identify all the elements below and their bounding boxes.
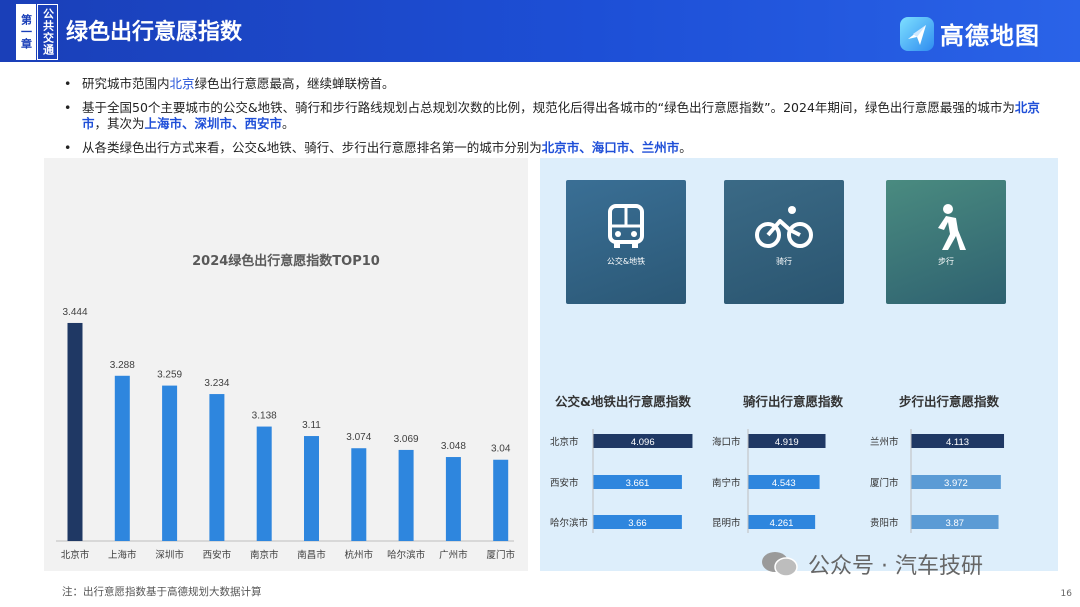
bar [493,459,509,541]
bar [209,394,225,541]
y-tick-label: 海口市 [712,436,741,448]
watermark-text: 公众号 · 汽车技研 [808,554,983,579]
x-tick-label: 深圳市 [155,549,184,561]
bullet-highlight: 上海市、深圳市、西安市 [144,116,283,131]
brand-name: 高德地图 [940,22,1040,50]
chapter-tag: 第一章 公共交通 [16,4,58,60]
summary-bullets: 研究城市范围内北京绿色出行意愿最高，继续蝉联榜首。 基于全国50个主要城市的公交… [62,76,1052,164]
y-tick-label: 南宁市 [712,477,741,489]
data-label: 3.444 [62,307,87,318]
y-tick-label: 北京市 [550,436,579,448]
x-tick-label: 西安市 [203,549,232,561]
data-label: 3.661 [626,478,650,489]
x-tick-label: 哈尔滨市 [387,549,426,561]
chapter-name: 公共交通 [37,4,58,60]
data-label: 3.138 [252,411,277,422]
y-tick-label: 贵阳市 [870,517,899,529]
y-tick-label: 昆明市 [712,517,741,529]
data-label: 3.069 [394,434,419,445]
bullet-highlight: 北京 [169,76,195,91]
data-label: 3.04 [491,444,511,455]
data-label: 4.113 [946,437,969,448]
data-label: 4.919 [775,437,799,448]
data-label: 4.096 [631,437,655,448]
x-tick-label: 北京市 [61,549,90,561]
data-label: 4.543 [772,478,796,489]
data-label: 4.261 [770,518,794,529]
x-tick-label: 厦门市 [486,549,515,561]
data-label: 3.11 [302,420,321,431]
watermark: 公众号 · 汽车技研 [760,548,983,580]
bullet-3: 从各类绿色出行方式来看，公交&地铁、骑行、步行出行意愿排名第一的城市分别为北京市… [62,140,1052,156]
y-tick-label: 兰州市 [870,436,899,448]
bar [398,449,414,541]
bullet-text: 。 [282,116,295,131]
bullet-1: 研究城市范围内北京绿色出行意愿最高，继续蝉联榜首。 [62,76,1052,92]
top10-chart-panel: 2024绿色出行意愿指数TOP10 3.444 北京市 3.288 上海市 3.259 深… [44,158,528,571]
bar [67,322,83,541]
x-tick-label: 广州市 [439,549,468,561]
page-number: 16 [1060,589,1072,599]
y-tick-label: 西安市 [550,477,579,489]
bar [445,457,461,541]
data-label: 3.074 [346,432,371,443]
bullet-text: 。 [679,140,692,155]
y-tick-label: 哈尔滨市 [550,517,589,529]
mode-subcharts: 北京市 4.096 西安市 3.661 哈尔滨市 3.66 海口市 4.919 南宁市 4.543… [550,429,1005,533]
data-label: 3.87 [946,518,965,529]
bullet-text: 绿色出行意愿最高，继续蝉联榜首。 [194,76,395,91]
amap-logo-icon [900,16,934,51]
data-label: 3.66 [628,518,647,529]
footnote: 注：出行意愿指数基于高德规划大数据计算 [62,586,262,598]
x-tick-label: 上海市 [108,549,137,561]
data-label: 3.234 [204,378,229,389]
bar [304,436,319,541]
mode-breakdown-panel: 公交&地铁 骑行 步行 公交&地铁出行意愿指数 骑行出行意愿指数 步行出行意愿指… [540,158,1058,571]
bar [351,448,367,541]
data-label: 3.288 [110,360,135,371]
top10-bar-chart: 3.444 北京市 3.288 上海市 3.259 深圳市 3.234 西安市 3.138 南京市… [56,307,515,561]
bar [162,385,178,541]
bar [256,426,272,541]
bullet-text: 基于全国50个主要城市的公交&地铁、骑行和步行路线规划占总规划次数的比例，规范化… [82,100,1015,115]
x-tick-label: 杭州市 [345,549,374,561]
brand-logo-group: 高德地图 [900,16,1040,51]
bullet-highlight: 北京市、海口市、兰州市 [541,140,680,155]
data-label: 3.972 [944,478,968,489]
bullet-2: 基于全国50个主要城市的公交&地铁、骑行和步行路线规划占总规划次数的比例，规范化… [62,100,1052,132]
x-tick-label: 南京市 [250,549,279,561]
wechat-icon [760,550,800,578]
chapter-number: 第一章 [16,4,36,60]
bullet-text: ，其次为 [94,116,145,131]
bar [114,375,130,541]
data-label: 3.259 [157,370,182,381]
data-label: 3.048 [441,441,466,452]
bullet-text: 研究城市范围内 [82,76,170,91]
header-bar: 第一章 公共交通 绿色出行意愿指数 高德地图 [0,0,1080,62]
page-title: 绿色出行意愿指数 [66,20,243,45]
x-tick-label: 南昌市 [297,549,326,561]
y-tick-label: 厦门市 [870,477,899,489]
bullet-text: 从各类绿色出行方式来看，公交&地铁、骑行、步行出行意愿排名第一的城市分别为 [82,140,542,155]
